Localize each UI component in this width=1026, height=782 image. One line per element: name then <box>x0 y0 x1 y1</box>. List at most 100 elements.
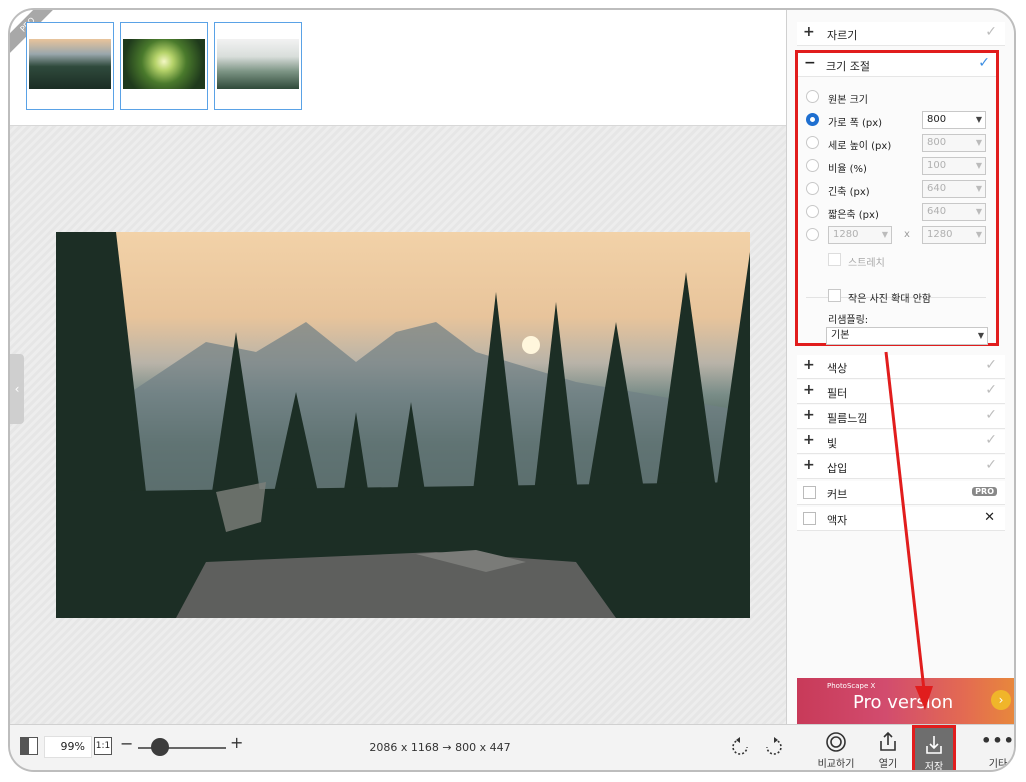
section-label: 커브 <box>827 488 848 501</box>
frame-checkbox[interactable] <box>803 512 816 525</box>
radio-button[interactable] <box>806 136 819 149</box>
custom-height-select: 1280 ▼ <box>922 226 986 244</box>
banner-app-name: PhotoScape X <box>827 682 876 690</box>
compare-button[interactable]: 비교하기 <box>808 725 864 770</box>
actual-size-button[interactable]: 1:1 <box>94 737 112 755</box>
option-label: 가로 폭 (px) <box>828 118 883 129</box>
expand-icon[interactable]: + <box>803 382 815 398</box>
width-select[interactable]: 800 ▼ <box>922 111 986 129</box>
check-icon[interactable]: ✓ <box>985 457 997 473</box>
rotate-left-icon[interactable] <box>730 737 750 757</box>
radio-button[interactable] <box>806 228 819 241</box>
radio-button-selected[interactable] <box>806 113 819 126</box>
check-icon[interactable]: ✓ <box>985 407 997 423</box>
image-dimensions: 2086 x 1168 → 800 x 447 <box>369 741 511 754</box>
close-icon[interactable]: ✕ <box>984 510 995 525</box>
section-label: 필름느낌 <box>827 412 868 425</box>
section-insert[interactable]: + 삽입 ✓ <box>797 455 1005 479</box>
save-label: 저장 <box>924 762 944 772</box>
radio-button[interactable] <box>806 90 819 103</box>
banner-title: Pro version <box>853 692 954 713</box>
zoom-out-button[interactable]: − <box>120 734 133 753</box>
check-icon[interactable]: ✓ <box>985 357 997 373</box>
times-label: x <box>904 229 910 240</box>
ratio-select: 100 ▼ <box>922 157 986 175</box>
collapse-icon[interactable]: − <box>804 55 816 71</box>
share-icon <box>860 725 916 755</box>
expand-icon[interactable]: + <box>803 407 815 423</box>
section-curves[interactable]: 커브 PRO <box>797 481 1005 505</box>
option-height[interactable]: 세로 높이 (px) 800 ▼ <box>806 133 992 153</box>
long-side-select: 640 ▼ <box>922 180 986 198</box>
radio-button[interactable] <box>806 182 819 195</box>
section-label: 색상 <box>827 362 848 375</box>
option-width[interactable]: 가로 폭 (px) 800 ▼ <box>806 110 992 130</box>
bottom-toolbar: 99% 1:1 − + 2086 x 1168 → 800 x 447 비교하기… <box>10 724 1015 772</box>
save-button[interactable]: 저장 <box>912 725 956 772</box>
collapse-filmstrip-button[interactable]: ‹ <box>10 354 24 424</box>
check-icon[interactable]: ✓ <box>978 55 990 71</box>
section-label: 크기 조절 <box>826 60 870 73</box>
more-button[interactable]: ••• 기타 <box>970 725 1015 770</box>
pro-version-banner[interactable]: PhotoScape X Pro version › <box>797 678 1014 724</box>
dropdown-arrow-icon: ▼ <box>977 331 984 340</box>
resize-header[interactable]: − 크기 조절 ✓ <box>798 53 996 77</box>
more-icon: ••• <box>981 731 1015 750</box>
thumbnail-3[interactable] <box>214 22 302 110</box>
check-icon[interactable]: ✓ <box>985 24 997 40</box>
stretch-option: 스트레치 <box>828 251 988 269</box>
section-film[interactable]: + 필름느낌 ✓ <box>797 405 1005 429</box>
resampling-label: 리샘플링: <box>828 315 869 326</box>
radio-button[interactable] <box>806 159 819 172</box>
split-view-icon[interactable] <box>20 737 38 755</box>
open-button[interactable]: 열기 <box>860 725 916 770</box>
option-label: 원본 크기 <box>828 95 868 106</box>
section-label: 필터 <box>827 387 848 400</box>
app-window: PRO ‹ <box>8 8 1016 772</box>
preview-photo <box>56 232 750 618</box>
no-upscale-option[interactable]: 작은 사진 확대 안함 <box>828 287 988 305</box>
rotate-right-icon[interactable] <box>764 737 784 757</box>
zoom-slider-knob[interactable] <box>151 738 169 756</box>
section-light[interactable]: + 빛 ✓ <box>797 430 1005 454</box>
zoom-value[interactable]: 99% <box>44 736 92 758</box>
pro-badge: PRO <box>972 487 997 496</box>
expand-icon[interactable]: + <box>803 457 815 473</box>
radio-button[interactable] <box>806 205 819 218</box>
check-icon[interactable]: ✓ <box>985 432 997 448</box>
section-label: 빛 <box>827 437 838 450</box>
download-icon <box>915 728 953 758</box>
zoom-in-button[interactable]: + <box>230 733 243 752</box>
thumbnail-1[interactable] <box>26 22 114 110</box>
dropdown-arrow-icon: ▼ <box>975 161 982 170</box>
option-long-side[interactable]: 긴축 (px) 640 ▼ <box>806 179 992 199</box>
check-icon[interactable]: ✓ <box>985 382 997 398</box>
no-upscale-label: 작은 사진 확대 안함 <box>848 294 932 305</box>
thumbnail-2[interactable] <box>120 22 208 110</box>
section-label: 자르기 <box>827 29 858 42</box>
no-upscale-checkbox[interactable] <box>828 289 841 302</box>
section-resize: − 크기 조절 ✓ 원본 크기 가로 폭 (px) 800 ▼ 세로 높이 (px… <box>795 50 999 346</box>
arrow-right-icon[interactable]: › <box>991 690 1011 710</box>
more-label: 기타 <box>988 759 1008 770</box>
section-frame[interactable]: 액자 ✕ <box>797 507 1005 531</box>
dropdown-arrow-icon: ▼ <box>975 230 982 239</box>
section-crop[interactable]: + 자르기 ✓ <box>797 22 1005 46</box>
curves-checkbox[interactable] <box>803 486 816 499</box>
compare-icon <box>808 725 864 755</box>
edit-panel: + 자르기 ✓ − 크기 조절 ✓ 원본 크기 가로 폭 (px) 800 ▼ 세… <box>786 10 1014 724</box>
stretch-label: 스트레치 <box>848 258 885 269</box>
option-custom[interactable]: 1280 ▼ x 1280 ▼ <box>806 225 992 245</box>
option-original-size[interactable]: 원본 크기 <box>806 87 992 107</box>
option-short-side[interactable]: 짧은축 (px) 640 ▼ <box>806 202 992 222</box>
option-ratio[interactable]: 비율 (%) 100 ▼ <box>806 156 992 176</box>
dropdown-arrow-icon: ▼ <box>975 138 982 147</box>
option-label: 짧은축 (px) <box>828 210 879 221</box>
expand-icon[interactable]: + <box>803 432 815 448</box>
section-filter[interactable]: + 필터 ✓ <box>797 380 1005 404</box>
expand-icon[interactable]: + <box>803 357 815 373</box>
expand-icon[interactable]: + <box>803 24 815 40</box>
resampling-select[interactable]: 기본 ▼ <box>826 327 988 345</box>
short-side-select: 640 ▼ <box>922 203 986 221</box>
section-color[interactable]: + 색상 ✓ <box>797 355 1005 379</box>
